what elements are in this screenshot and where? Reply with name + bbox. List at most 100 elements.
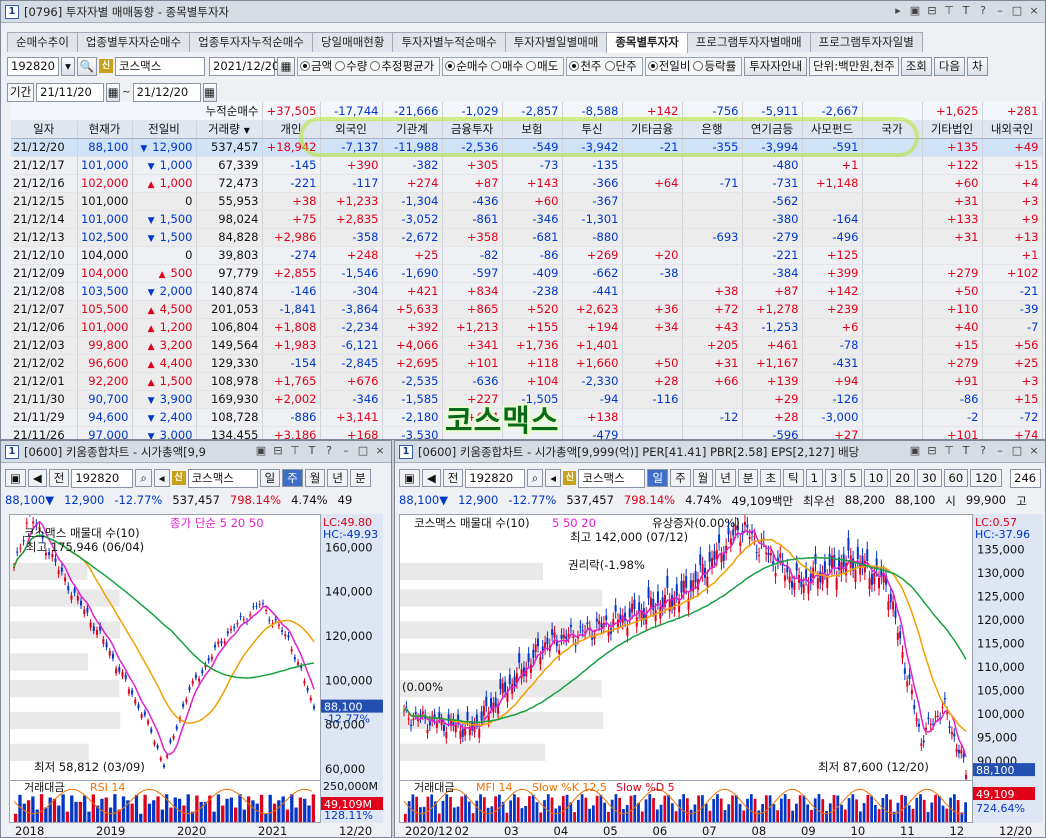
period-button[interactable]: 일 xyxy=(647,469,669,487)
calendar-from-icon[interactable]: ▦ xyxy=(106,82,121,102)
table-row[interactable]: 21/12/09 104,000 ▲ 500 97,779 +2,855 -1,546 -1,… xyxy=(11,264,1043,283)
maximize-icon[interactable]: □ xyxy=(1010,4,1024,18)
help-icon[interactable]: ? xyxy=(322,444,336,458)
restore-icon[interactable]: ▣ xyxy=(254,444,268,458)
bar-count-field[interactable]: 246 xyxy=(1010,468,1041,488)
minute-button[interactable]: 120 xyxy=(970,469,1003,487)
minute-button[interactable]: 5 xyxy=(844,469,862,487)
split-icon[interactable]: ⊟ xyxy=(271,444,285,458)
prev-label[interactable]: 전 xyxy=(48,469,70,487)
table-row[interactable]: 21/12/02 96,600 ▲ 4,400 129,330 -154 -2,845 +2,… xyxy=(11,354,1043,373)
period-button[interactable]: 분 xyxy=(737,469,759,487)
tab-4[interactable]: 투자자별누적순매수 xyxy=(392,32,506,52)
table-row[interactable]: 21/12/14 101,000 ▼ 1,500 98,024 +75 +2,835 -3,0… xyxy=(11,210,1043,229)
column-header[interactable]: 기타금융 xyxy=(622,120,683,139)
radio-dot[interactable] xyxy=(300,61,310,71)
radio-b-option[interactable]: 매수 xyxy=(491,58,523,74)
radio-dot[interactable] xyxy=(569,61,580,71)
radio-dot[interactable] xyxy=(370,61,381,71)
query-button[interactable]: 조회 xyxy=(900,56,932,76)
radio-b-option[interactable]: 매도 xyxy=(526,58,558,74)
table-row[interactable]: 21/12/08 103,500 ▼ 2,000 140,874 -146 -304 +421… xyxy=(11,282,1043,301)
column-header[interactable]: 사모펀드 xyxy=(802,120,863,139)
split-icon[interactable]: ⊟ xyxy=(925,4,939,18)
maximize-icon[interactable]: □ xyxy=(1010,444,1024,458)
tab-5[interactable]: 투자자별일별매매 xyxy=(504,32,608,52)
sort-icon[interactable]: ▼ xyxy=(244,126,250,135)
column-header[interactable]: 국가 xyxy=(862,120,923,139)
pin-icon[interactable]: ⊤ xyxy=(942,4,956,18)
text-icon[interactable]: T xyxy=(959,4,973,18)
column-header[interactable]: 기관계 xyxy=(382,120,443,139)
period-button[interactable]: 초 xyxy=(760,469,782,487)
back-icon[interactable]: ◀ xyxy=(421,469,441,487)
chart-code-input[interactable]: 192820 xyxy=(465,468,525,488)
tab-2[interactable]: 업종투자자누적순매수 xyxy=(189,32,313,52)
column-header[interactable]: 현재가 xyxy=(77,120,133,139)
minute-button[interactable]: 60 xyxy=(943,469,969,487)
minute-button[interactable]: 1 xyxy=(805,469,823,487)
more-button[interactable]: 차 xyxy=(967,56,988,76)
prev-label[interactable]: 전 xyxy=(442,469,464,487)
period-button[interactable]: 월 xyxy=(692,469,714,487)
period-button[interactable]: 주 xyxy=(282,469,303,487)
radio-dot[interactable] xyxy=(526,61,537,71)
next-button[interactable]: 다음 xyxy=(933,56,966,76)
restore-icon[interactable]: ▣ xyxy=(908,444,922,458)
text-icon[interactable]: T xyxy=(305,444,319,458)
minimize-icon[interactable]: – xyxy=(993,4,1007,18)
table-row[interactable]: 21/12/01 92,200 ▲ 1,500 108,978 +1,765 +676 -2,… xyxy=(11,372,1043,391)
minute-button[interactable]: 20 xyxy=(890,469,915,487)
column-header[interactable]: 외국인 xyxy=(320,120,383,139)
tab-7[interactable]: 프로그램투자자별매매 xyxy=(686,32,811,52)
minute-button[interactable]: 10 xyxy=(863,469,889,487)
column-header[interactable]: 개인 xyxy=(262,120,321,139)
column-header[interactable]: 일자 xyxy=(11,120,78,139)
stock-name-field[interactable]: 코스맥스 xyxy=(115,56,205,76)
minute-button[interactable]: 3 xyxy=(824,469,843,487)
chart-stock-name[interactable]: 코스맥스 xyxy=(578,468,646,488)
table-row[interactable]: 21/12/07 105,500 ▲ 4,500 201,053 -1,841 -3,864… xyxy=(11,300,1043,319)
close-icon[interactable]: × xyxy=(1027,444,1041,458)
radio-dot[interactable] xyxy=(335,61,346,71)
tab-8[interactable]: 프로그램투자자일별 xyxy=(809,32,923,52)
help-icon[interactable]: ? xyxy=(976,444,990,458)
radio-b-option[interactable]: 순매수 xyxy=(445,58,488,74)
stock-code-input[interactable]: 192820 xyxy=(7,56,59,76)
chart-menu-icon[interactable]: ▣ xyxy=(399,469,420,487)
chart-menu-icon[interactable]: ▣ xyxy=(5,469,26,487)
back-icon[interactable]: ◀ xyxy=(27,469,47,487)
calendar-to-icon[interactable]: ▦ xyxy=(202,82,217,102)
pin-icon[interactable]: ⊤ xyxy=(288,444,302,458)
period-button[interactable]: 년 xyxy=(327,469,348,487)
speaker-icon[interactable]: ◂ xyxy=(153,469,170,487)
radio-d-option[interactable]: 전일비 xyxy=(647,58,690,74)
restore-icon[interactable]: ▣ xyxy=(908,4,922,18)
column-header[interactable]: 연기금등 xyxy=(742,120,803,139)
minimize-icon[interactable]: – xyxy=(993,444,1007,458)
column-header[interactable]: 보험 xyxy=(502,120,563,139)
column-header[interactable]: 투신 xyxy=(562,120,623,139)
search-icon[interactable]: ⌕ xyxy=(135,469,152,487)
column-header[interactable]: 전일비 xyxy=(132,120,197,139)
tab-6[interactable]: 종목별투자자 xyxy=(606,32,688,53)
radio-d-option[interactable]: 등락률 xyxy=(693,58,736,74)
close-icon[interactable]: × xyxy=(1027,4,1041,18)
chart-code-input[interactable]: 192820 xyxy=(71,468,134,488)
radio-dot[interactable] xyxy=(647,61,658,71)
date-field[interactable]: 2021/12/20 xyxy=(209,56,279,76)
column-header[interactable]: 은행 xyxy=(682,120,743,139)
table-row[interactable]: 21/12/06 101,000 ▲ 1,200 106,804 +1,808 -2,234… xyxy=(11,318,1043,337)
period-button[interactable]: 틱 xyxy=(783,469,804,487)
pin-icon[interactable]: ⊤ xyxy=(942,444,956,458)
help-icon[interactable]: ? xyxy=(976,4,990,18)
speaker-icon[interactable]: ◂ xyxy=(545,469,562,487)
column-header[interactable]: 기타법인 xyxy=(922,120,983,139)
radio-dot[interactable] xyxy=(491,61,501,71)
radio-c-option[interactable]: 단주 xyxy=(604,58,637,74)
period-to-field[interactable]: 21/12/20 xyxy=(132,82,201,102)
calendar-icon[interactable]: ▦ xyxy=(277,56,295,76)
radio-dot[interactable] xyxy=(445,61,456,71)
tab-0[interactable]: 순매수추이 xyxy=(7,32,78,52)
period-from-field[interactable]: 21/11/20 xyxy=(36,82,105,102)
